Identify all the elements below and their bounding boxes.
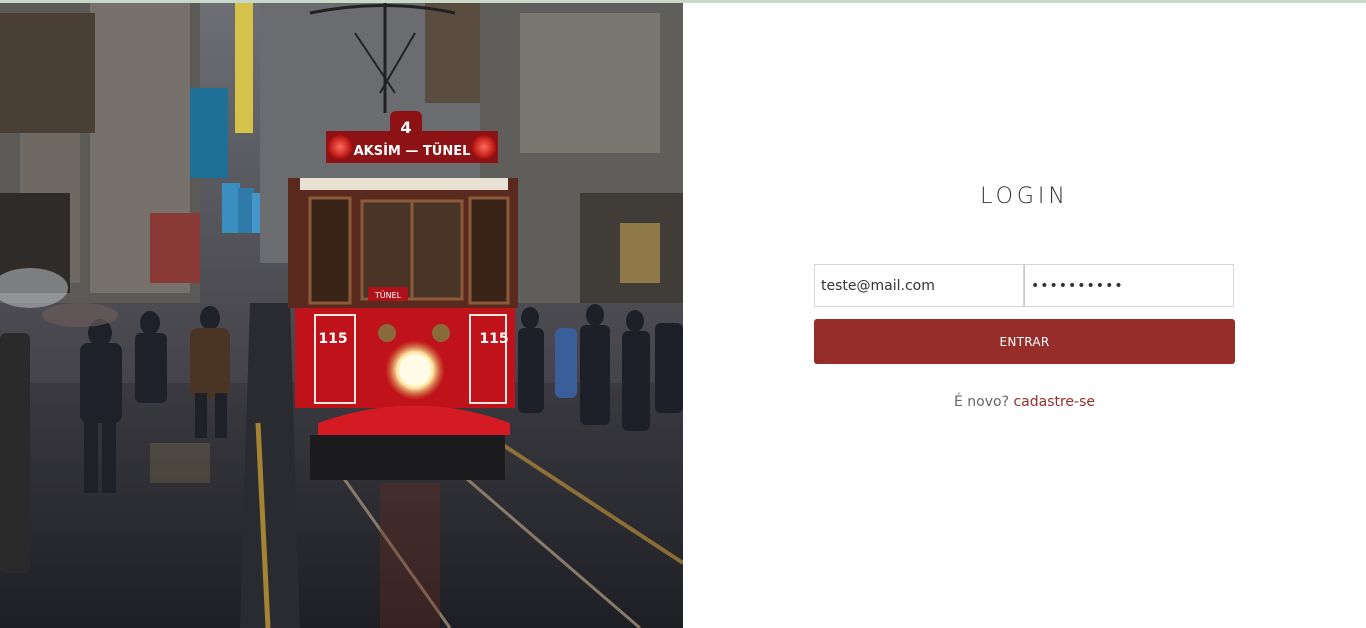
tram-id-right: 115 xyxy=(479,331,508,347)
tram-id-left: 115 xyxy=(318,331,347,347)
password-field[interactable] xyxy=(1024,264,1234,307)
tram-plate: TÜNEL xyxy=(374,290,402,300)
email-field[interactable] xyxy=(814,264,1024,307)
signup-link[interactable]: cadastre-se xyxy=(1013,394,1095,410)
tram-number-sign: 4 xyxy=(400,118,411,137)
login-title: LOGIN xyxy=(980,184,1069,209)
signup-prompt: É novo? xyxy=(953,394,1009,410)
login-submit-button[interactable]: ENTRAR xyxy=(814,319,1235,364)
hero-photo: 4 AKSİM — TÜNEL TÜNEL 115 115 xyxy=(0,3,683,628)
login-panel: LOGIN ENTRAR É novo? cadastre-se xyxy=(683,3,1366,628)
tram-street-illustration: 4 AKSİM — TÜNEL TÜNEL 115 115 xyxy=(0,3,683,628)
tram-route-sign: AKSİM — TÜNEL xyxy=(354,143,471,159)
signup-prompt-line: É novo? cadastre-se xyxy=(683,394,1366,410)
